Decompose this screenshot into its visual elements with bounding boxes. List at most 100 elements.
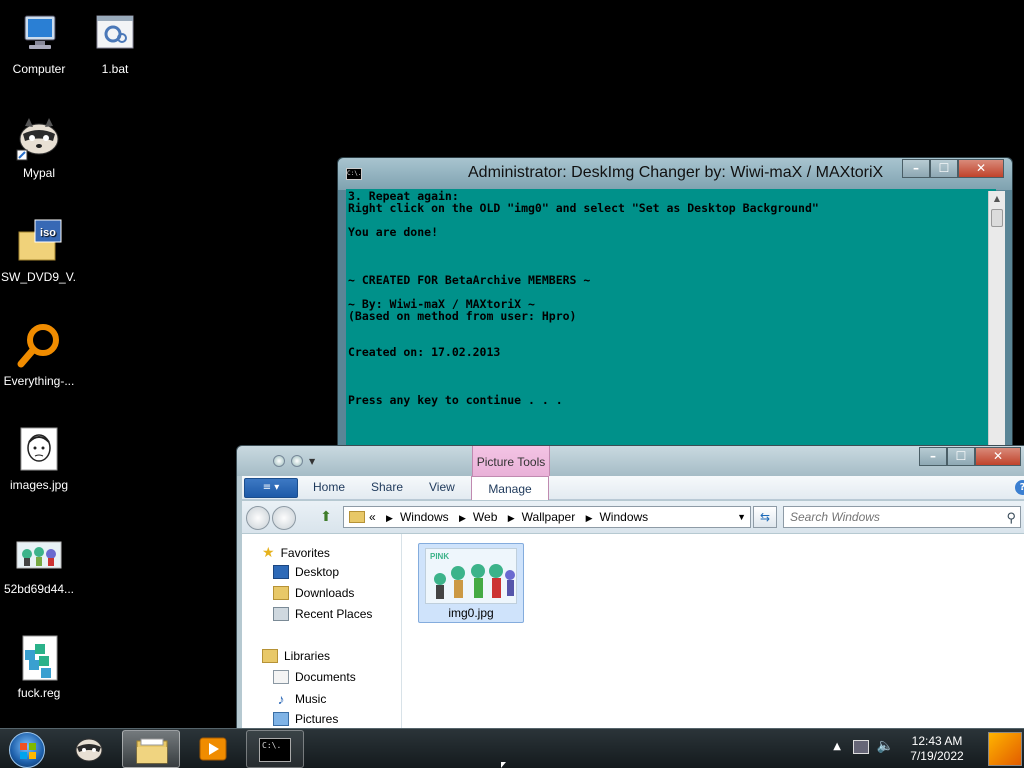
nav-documents[interactable]: Documents xyxy=(273,670,356,684)
breadcrumb-windows[interactable]: Windows xyxy=(400,510,449,524)
scroll-thumb[interactable] xyxy=(991,209,1003,227)
forward-button[interactable] xyxy=(272,506,296,530)
new-folder-icon[interactable] xyxy=(291,455,303,467)
image-file-icon xyxy=(15,426,63,474)
taskbar-explorer[interactable] xyxy=(122,730,180,768)
desktop-icon-52bd69d44[interactable]: 52bd69d44... xyxy=(1,530,77,596)
show-desktop-button[interactable] xyxy=(988,732,1022,766)
desktop: Computer 1.bat Mypal iso SW_DVD9_V... Ev… xyxy=(0,0,1024,768)
start-button[interactable] xyxy=(4,730,50,768)
taskbar-media-player[interactable] xyxy=(184,730,242,768)
folder-icon xyxy=(349,511,365,523)
desktop-folder-icon xyxy=(273,565,289,579)
nav-label: Downloads xyxy=(295,586,355,600)
desktop-icon-label: 52bd69d44... xyxy=(3,582,75,596)
minimize-button[interactable]: – xyxy=(919,447,947,466)
explorer-window[interactable]: ▼ Picture Tools – ☐ ✕ ≡ ▾ Home Share Vie… xyxy=(236,445,1024,735)
desktop-icon-fuck-reg[interactable]: fuck.reg xyxy=(1,634,77,700)
properties-icon[interactable] xyxy=(273,455,285,467)
context-tab-picture-tools: Picture Tools xyxy=(472,446,550,476)
desktop-icon-iso[interactable]: iso SW_DVD9_V... xyxy=(1,218,77,284)
image-thumbnail: PINK xyxy=(425,548,517,604)
nav-favorites[interactable]: ★ Favorites xyxy=(262,544,330,561)
address-bar[interactable]: « ▶ Windows ▶ Web ▶ Wallpaper ▶ Windows ▼ xyxy=(343,506,751,528)
search-icon[interactable]: ⚲ xyxy=(1006,508,1016,528)
breadcrumb-windows-current[interactable]: Windows xyxy=(599,510,648,524)
search-box[interactable]: ⚲ xyxy=(783,506,1021,528)
close-button[interactable]: ✕ xyxy=(975,447,1021,466)
customize-dropdown-icon[interactable]: ▼ xyxy=(309,457,315,466)
taskbar: C:\. ▲ 🔈 12:43 AM 7/19/2022 xyxy=(0,728,1024,768)
console-output[interactable]: 3. Repeat again: Right click on the OLD … xyxy=(346,189,996,454)
desktop-icon-computer[interactable]: Computer xyxy=(1,10,77,76)
nav-label: Documents xyxy=(295,670,356,684)
up-folder-icon[interactable]: ⬆ xyxy=(317,508,335,526)
console-scrollbar[interactable]: ▲ xyxy=(988,191,1005,453)
desktop-icon-everything[interactable]: Everything-... xyxy=(1,322,77,388)
cmd-icon-text: C:\. xyxy=(262,741,282,750)
maximize-button[interactable]: ☐ xyxy=(947,447,975,466)
back-button[interactable] xyxy=(246,506,270,530)
desktop-icon-mypal[interactable]: Mypal xyxy=(1,114,77,180)
file-list[interactable]: PINK img0.jpg xyxy=(403,534,1024,734)
music-icon: ♪ xyxy=(277,691,285,707)
console-titlebar[interactable]: C:\. Administrator: DeskImg Changer by: … xyxy=(338,158,1012,190)
tab-home[interactable]: Home xyxy=(313,480,345,494)
help-icon[interactable]: ? xyxy=(1015,480,1024,495)
registry-file-icon xyxy=(15,634,63,682)
star-icon: ★ xyxy=(262,544,275,560)
media-player-icon xyxy=(199,737,227,761)
clock[interactable]: 12:43 AM 7/19/2022 xyxy=(906,734,968,764)
console-text: 3. Repeat again: Right click on the OLD … xyxy=(348,189,819,407)
tab-share[interactable]: Share xyxy=(371,480,403,494)
file-item-img0[interactable]: PINK img0.jpg xyxy=(418,543,524,623)
nav-desktop[interactable]: Desktop xyxy=(273,565,339,579)
image-file-icon xyxy=(15,530,63,578)
tab-view[interactable]: View xyxy=(429,480,455,494)
desktop-icon-label: Everything-... xyxy=(3,374,75,388)
maximize-button[interactable]: ☐ xyxy=(930,159,958,178)
svg-text:PINK: PINK xyxy=(430,552,449,561)
iso-file-icon: iso xyxy=(15,218,63,266)
desktop-icon-label: SW_DVD9_V... xyxy=(1,270,77,284)
pictures-icon xyxy=(273,712,289,726)
volume-icon[interactable]: 🔈 xyxy=(877,738,894,754)
nav-label: Libraries xyxy=(284,649,331,663)
scroll-up-arrow-icon[interactable]: ▲ xyxy=(989,191,1005,207)
address-dropdown-icon[interactable]: ▼ xyxy=(737,507,746,527)
nav-downloads[interactable]: Downloads xyxy=(273,586,354,600)
breadcrumb-overflow[interactable]: « xyxy=(369,510,376,524)
svg-text:iso: iso xyxy=(40,227,56,239)
nav-label: Music xyxy=(295,692,327,706)
recent-places-icon xyxy=(273,607,289,621)
desktop-icon-1-bat[interactable]: 1.bat xyxy=(77,10,153,76)
search-input[interactable] xyxy=(790,510,990,524)
nav-recent-places[interactable]: Recent Places xyxy=(273,607,372,621)
explorer-content: ★ Favorites Desktop Downloads Recent Pla… xyxy=(242,534,1024,734)
close-button[interactable]: ✕ xyxy=(958,159,1004,178)
tab-manage[interactable]: Manage xyxy=(471,476,549,500)
file-menu-icon: ≡ xyxy=(262,482,272,493)
console-title: Administrator: DeskImg Changer by: Wiwi-… xyxy=(468,164,884,181)
file-menu-button[interactable]: ≡ ▾ xyxy=(244,478,298,498)
refresh-button[interactable]: ⇆ xyxy=(753,506,777,528)
cmd-icon: C:\. xyxy=(346,168,362,180)
quick-access-toolbar: ▼ xyxy=(263,452,343,470)
taskbar-mypal[interactable] xyxy=(60,730,118,768)
explorer-titlebar[interactable]: ▼ Picture Tools – ☐ ✕ xyxy=(237,446,1024,476)
breadcrumb-web[interactable]: Web xyxy=(473,510,497,524)
console-window[interactable]: C:\. Administrator: DeskImg Changer by: … xyxy=(337,157,1013,457)
minimize-button[interactable]: – xyxy=(902,159,930,178)
taskbar-console[interactable]: C:\. xyxy=(246,730,304,768)
clock-time: 12:43 AM xyxy=(911,734,963,748)
cmd-icon: C:\. xyxy=(259,738,291,762)
breadcrumb-wallpaper[interactable]: Wallpaper xyxy=(522,510,576,524)
nav-libraries[interactable]: Libraries xyxy=(262,649,330,663)
desktop-icon-images-jpg[interactable]: images.jpg xyxy=(1,426,77,492)
nav-label: Recent Places xyxy=(295,607,373,621)
nav-music[interactable]: ♪ Music xyxy=(273,691,327,707)
network-icon[interactable] xyxy=(853,740,869,754)
nav-pictures[interactable]: Pictures xyxy=(273,712,338,726)
show-hidden-icons-arrow-icon[interactable]: ▲ xyxy=(833,741,841,752)
mypal-raccoon-icon xyxy=(15,114,63,162)
